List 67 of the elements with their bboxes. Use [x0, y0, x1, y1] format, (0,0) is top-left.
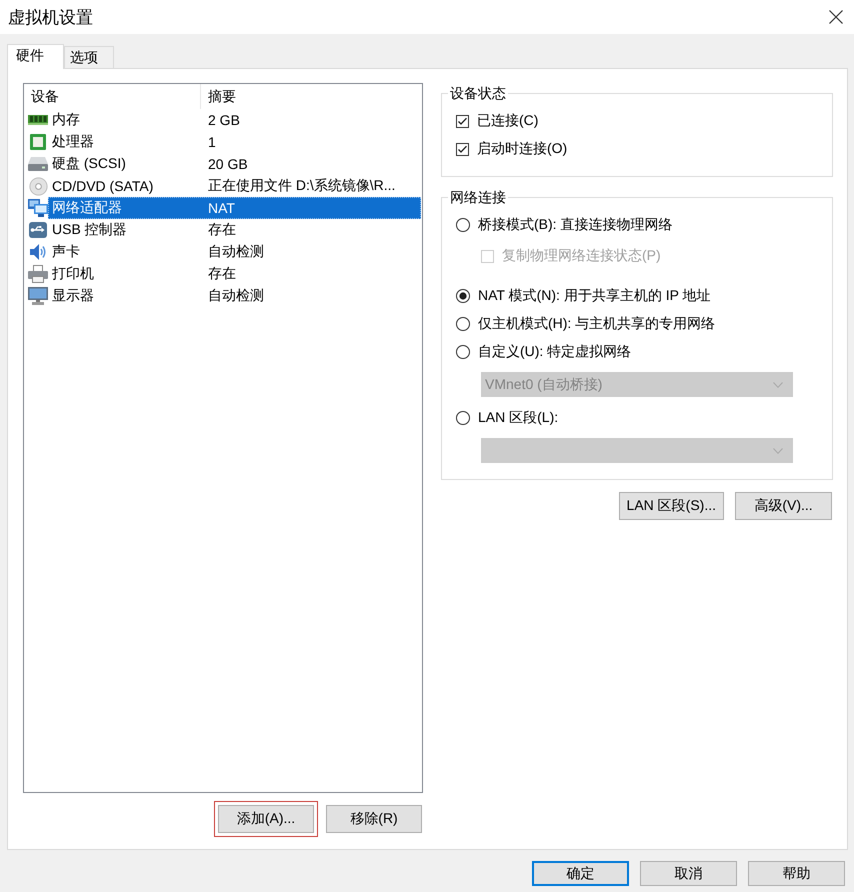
- radio-button[interactable]: [456, 345, 470, 359]
- device-summary: 存在: [207, 221, 237, 239]
- dialog-button[interactable]: 取消: [640, 861, 737, 886]
- device-row[interactable]: 打印机 存在: [48, 263, 421, 285]
- device-row[interactable]: USB 控制器 存在: [48, 219, 421, 241]
- radio-button[interactable]: [456, 218, 470, 232]
- close-icon[interactable]: [829, 10, 843, 24]
- device-summary: 20 GB: [207, 156, 249, 172]
- speaker-icon: [30, 243, 46, 261]
- radio-label[interactable]: NAT 模式(N): 用于共享主机的 IP 地址: [478, 287, 711, 305]
- list-action-button[interactable]: 移除(R): [326, 805, 422, 833]
- device-summary: 存在: [207, 265, 237, 283]
- device-summary: 自动检测: [207, 287, 265, 305]
- chevron-down-icon: [773, 448, 783, 454]
- device-row[interactable]: 硬盘 (SCSI) 20 GB: [48, 153, 421, 175]
- network-button[interactable]: LAN 区段(S)...: [618, 492, 724, 520]
- device-row[interactable]: CD/DVD (SATA) 正在使用文件 D:\系统镜像\R...: [48, 175, 421, 197]
- radio-label[interactable]: 仅主机模式(H): 与主机共享的专用网络: [478, 315, 716, 333]
- disc-icon: [28, 176, 48, 196]
- radio-button[interactable]: [456, 411, 470, 425]
- device-summary: 1: [207, 134, 217, 150]
- device-name: 硬盘 (SCSI): [51, 155, 127, 173]
- device-row[interactable]: 处理器 1: [48, 131, 421, 153]
- device-summary: NAT: [207, 200, 236, 216]
- device-summary: 2 GB: [207, 112, 241, 128]
- device-name: USB 控制器: [51, 221, 128, 239]
- computers-icon: [28, 199, 48, 217]
- monitor-icon: [28, 287, 48, 305]
- checkbox[interactable]: [456, 114, 469, 128]
- chevron-down-icon: [773, 382, 783, 388]
- checkbox[interactable]: [456, 142, 469, 156]
- radio-label[interactable]: 自定义(U): 特定虚拟网络: [478, 343, 632, 361]
- checkbox-label[interactable]: 已连接(C): [477, 112, 538, 130]
- device-summary: 正在使用文件 D:\系统镜像\R...: [207, 177, 396, 195]
- device-name: 处理器: [51, 133, 95, 151]
- chip-icon: [30, 134, 46, 150]
- device-row[interactable]: 显示器 自动检测: [48, 285, 421, 307]
- device-name: 声卡: [51, 243, 81, 261]
- radio-label[interactable]: LAN 区段(L):: [478, 409, 558, 427]
- group-title: 设备状态: [449, 84, 507, 103]
- radio-button[interactable]: [456, 289, 470, 303]
- device-row[interactable]: 内存 2 GB: [48, 109, 421, 131]
- printer-icon: [28, 265, 48, 283]
- group-title: 网络连接: [449, 188, 507, 207]
- column-header[interactable]: 设备: [24, 84, 201, 109]
- usb-icon: [29, 222, 47, 238]
- device-name: 打印机: [51, 265, 95, 283]
- device-name: 内存: [51, 111, 81, 129]
- list-action-button[interactable]: 添加(A)...: [218, 805, 314, 833]
- device-row[interactable]: 网络适配器 NAT: [48, 197, 421, 219]
- radio-button[interactable]: [456, 317, 470, 331]
- network-button[interactable]: 高级(V)...: [735, 492, 832, 520]
- radio-label[interactable]: 桥接模式(B): 直接连接物理网络: [478, 216, 672, 234]
- tab[interactable]: 选项: [64, 46, 114, 68]
- tab[interactable]: 硬件: [7, 44, 64, 69]
- window-title: 虚拟机设置: [8, 6, 93, 28]
- hard-drive-icon: [28, 157, 48, 171]
- device-name: 网络适配器: [51, 199, 123, 217]
- checkbox-label[interactable]: 启动时连接(O): [477, 140, 568, 158]
- column-header[interactable]: 摘要: [201, 84, 422, 109]
- device-name: 显示器: [51, 287, 95, 305]
- dialog-button[interactable]: 确定: [532, 861, 629, 886]
- device-row[interactable]: 声卡 自动检测: [48, 241, 421, 263]
- dialog-button[interactable]: 帮助: [748, 861, 845, 886]
- ram-module-icon: [28, 115, 48, 125]
- device-name: CD/DVD (SATA): [51, 178, 154, 194]
- device-summary: 自动检测: [207, 243, 265, 261]
